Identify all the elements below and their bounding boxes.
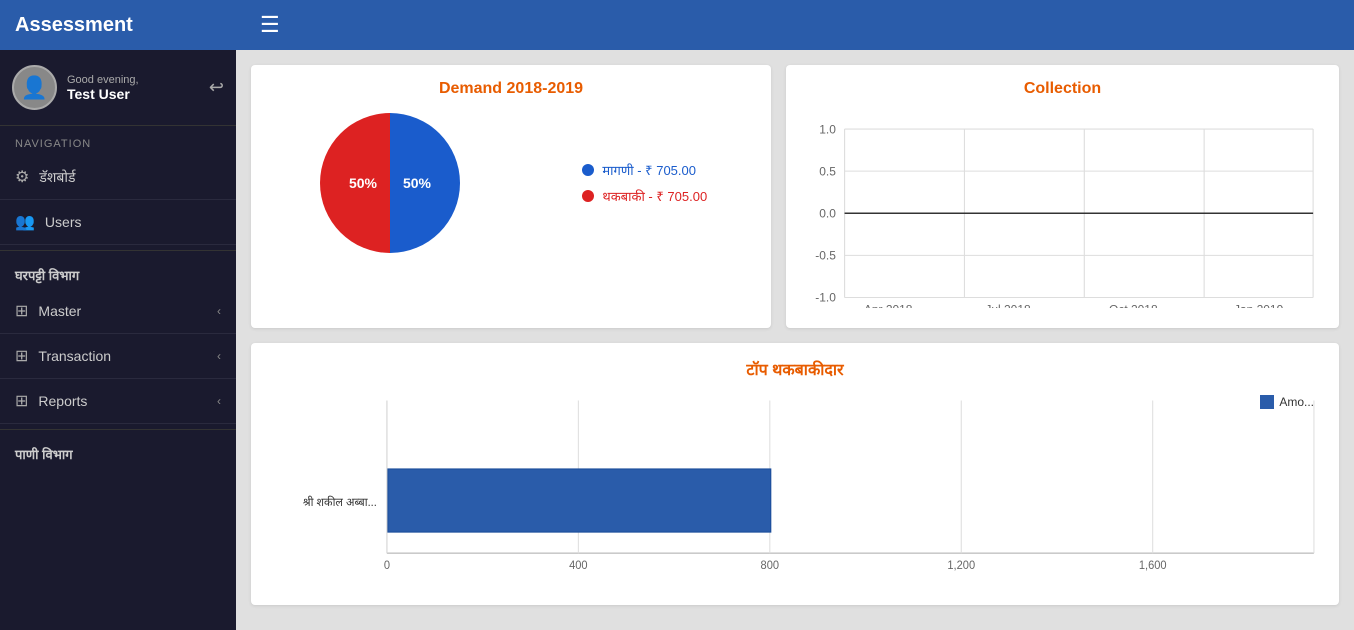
arrow3-icon: ‹ xyxy=(217,394,221,408)
svg-text:800: 800 xyxy=(761,560,779,572)
pie-legend: मागणी - ₹ 705.00 थकबाकी - ₹ 705.00 xyxy=(582,161,707,205)
sidebar-item-label: Users xyxy=(45,214,82,230)
username: Test User xyxy=(67,86,209,102)
collection-card: Collection 1.0 0.5 xyxy=(786,65,1339,328)
svg-text:-0.5: -0.5 xyxy=(815,250,836,263)
demand-title: Demand 2018-2019 xyxy=(266,80,756,98)
sidebar-item-dashboard[interactable]: ⚙ डॅशबोर्ड xyxy=(0,155,236,200)
arrow-icon: ‹ xyxy=(217,304,221,318)
svg-text:0.5: 0.5 xyxy=(819,166,836,179)
svg-text:1,200: 1,200 xyxy=(947,560,975,572)
top-row: Demand 2018-2019 50% 50% xyxy=(251,65,1339,328)
gear-icon: ⚙ xyxy=(15,167,29,187)
svg-text:1.0: 1.0 xyxy=(819,123,836,136)
svg-text:1,600: 1,600 xyxy=(1139,560,1167,572)
svg-text:Jan 2019: Jan 2019 xyxy=(1234,303,1283,308)
user-section: 👤 Good evening, Test User ↩ xyxy=(0,50,236,126)
grid3-icon: ⊞ xyxy=(15,391,28,411)
greeting: Good evening, xyxy=(67,74,209,86)
pie-label-left: 50% xyxy=(349,175,378,191)
pie-label-right: 50% xyxy=(403,175,432,191)
sidebar-item-label: Master xyxy=(38,303,81,319)
grid2-icon: ⊞ xyxy=(15,346,28,366)
top-defaulters-title: टॉप थकबाकीदार xyxy=(266,358,1324,380)
collection-title: Collection xyxy=(801,80,1324,98)
svg-text:Jul 2018: Jul 2018 xyxy=(985,303,1031,308)
bar-chart-svg: श्री शकील अब्बा... 0 400 800 1,200 1,600 xyxy=(266,390,1324,590)
sidebar-item-reports[interactable]: ⊞ Reports ‹ xyxy=(0,379,236,424)
demand-content: 50% 50% मागणी - ₹ 705.00 थकबाकी - ₹ 705.… xyxy=(266,108,756,258)
content-area: Demand 2018-2019 50% 50% xyxy=(236,50,1354,630)
sidebar-item-label: Reports xyxy=(38,393,87,409)
avatar: 👤 xyxy=(12,65,57,110)
sidebar: 👤 Good evening, Test User ↩ NAVIGATION ⚙… xyxy=(0,50,236,630)
bar-chart-container: Amo... श्री शकील अ xyxy=(266,390,1324,590)
legend-item-thakbaki: थकबाकी - ₹ 705.00 xyxy=(582,187,707,205)
svg-text:श्री शकील अब्बा...: श्री शकील अब्बा... xyxy=(303,495,377,509)
demand-card: Demand 2018-2019 50% 50% xyxy=(251,65,771,328)
bar-legend: Amo... xyxy=(1260,395,1314,409)
svg-text:-1.0: -1.0 xyxy=(815,292,836,305)
svg-text:400: 400 xyxy=(569,560,587,572)
legend-dot-blue xyxy=(582,164,594,176)
collection-chart: 1.0 0.5 0.0 -0.5 -1.0 Apr 2018 Jul 2018 … xyxy=(801,108,1324,308)
section3-label: पाणी विभाग xyxy=(0,435,236,468)
app-title: Assessment xyxy=(15,14,250,37)
sidebar-item-label: Transaction xyxy=(38,348,111,364)
user-icon: 👤 xyxy=(21,75,48,101)
sidebar-item-transaction[interactable]: ⊞ Transaction ‹ xyxy=(0,334,236,379)
nav-label: NAVIGATION xyxy=(0,126,236,155)
main-layout: 👤 Good evening, Test User ↩ NAVIGATION ⚙… xyxy=(0,50,1354,630)
arrow2-icon: ‹ xyxy=(217,349,221,363)
svg-text:0: 0 xyxy=(384,560,390,572)
logout-icon[interactable]: ↩ xyxy=(209,77,224,98)
bar-legend-box xyxy=(1260,395,1274,409)
legend-label-blue: मागणी - ₹ 705.00 xyxy=(602,161,696,179)
sidebar-item-users[interactable]: 👥 Users xyxy=(0,200,236,245)
user-info: Good evening, Test User xyxy=(67,74,209,102)
users-icon: 👥 xyxy=(15,212,35,232)
legend-item-magan: मागणी - ₹ 705.00 xyxy=(582,161,707,179)
section2-label: घरपट्टी विभाग xyxy=(0,256,236,289)
sidebar-item-master[interactable]: ⊞ Master ‹ xyxy=(0,289,236,334)
hamburger-icon[interactable]: ☰ xyxy=(260,12,280,38)
svg-text:Apr 2018: Apr 2018 xyxy=(864,303,913,308)
svg-text:Oct 2018: Oct 2018 xyxy=(1109,303,1158,308)
grid-icon: ⊞ xyxy=(15,301,28,321)
bar-legend-label: Amo... xyxy=(1279,395,1314,409)
topbar: Assessment ☰ xyxy=(0,0,1354,50)
pie-chart: 50% 50% xyxy=(315,108,465,258)
svg-text:0.0: 0.0 xyxy=(819,208,836,221)
legend-dot-red xyxy=(582,190,594,202)
legend-label-red: थकबाकी - ₹ 705.00 xyxy=(602,187,707,205)
top-defaulters-card: टॉप थकबाकीदार Amo... xyxy=(251,343,1339,605)
sidebar-item-label: डॅशबोर्ड xyxy=(39,168,75,187)
